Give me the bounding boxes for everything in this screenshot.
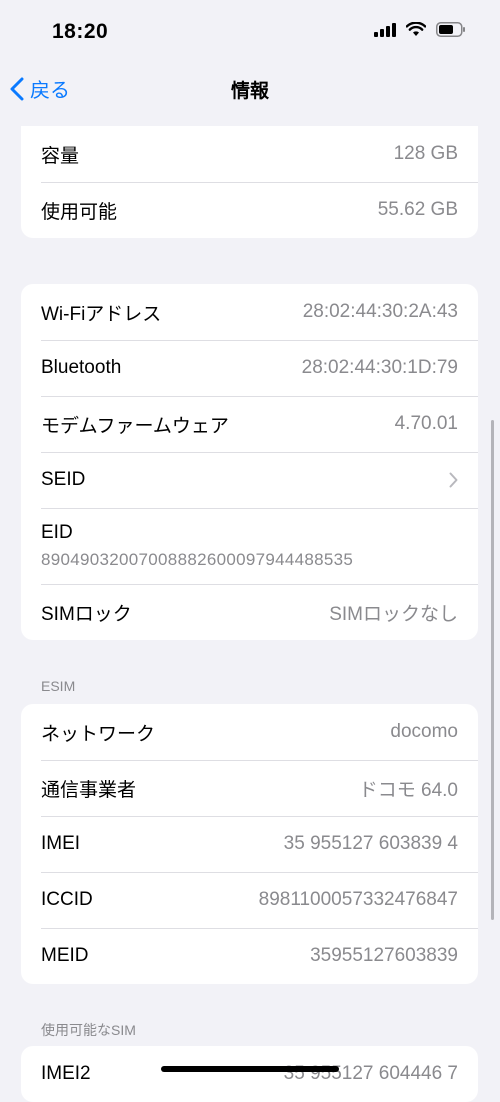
carrier-row: 通信事業者 ドコモ 64.0 bbox=[21, 760, 478, 816]
carrier-value: ドコモ 64.0 bbox=[358, 779, 458, 801]
imei2-row: IMEI2 35 955127 604446 7 bbox=[21, 1046, 478, 1102]
carrier-label: 通信事業者 bbox=[41, 779, 137, 801]
available-row: 使用可能 55.62 GB bbox=[21, 182, 478, 238]
available-label: 使用可能 bbox=[41, 201, 118, 223]
simlock-label: SIMロック bbox=[41, 603, 132, 625]
eid-label: EID bbox=[41, 522, 73, 543]
bluetooth-value: 28:02:44:30:1D:79 bbox=[301, 357, 458, 378]
modem-firmware-row: モデムファームウェア 4.70.01 bbox=[21, 396, 478, 452]
imei-label: IMEI bbox=[41, 833, 81, 854]
wifi-address-label: Wi-Fiアドレス bbox=[41, 303, 162, 325]
bluetooth-row: Bluetooth 28:02:44:30:1D:79 bbox=[21, 340, 478, 396]
iccid-row: ICCID 8981100057332476847 bbox=[21, 872, 478, 928]
seid-label: SEID bbox=[41, 469, 86, 490]
network-value: docomo bbox=[390, 721, 458, 742]
home-indicator[interactable] bbox=[161, 1066, 339, 1072]
status-icons bbox=[374, 22, 466, 37]
esim-card: ネットワーク docomo 通信事業者 ドコモ 64.0 IMEI 35 955… bbox=[21, 704, 478, 984]
eid-row: EID 89049032007008882600097944488535 bbox=[21, 508, 478, 584]
meid-row: MEID 35955127603839 bbox=[21, 928, 478, 984]
available-sim-card: IMEI2 35 955127 604446 7 bbox=[21, 1046, 478, 1102]
esim-section-header: ESIM bbox=[41, 678, 76, 694]
imei-row: IMEI 35 955127 603839 4 bbox=[21, 816, 478, 872]
battery-icon bbox=[436, 22, 465, 37]
capacity-label: 容量 bbox=[41, 145, 80, 167]
capacity-value: 128 GB bbox=[393, 143, 458, 164]
capacity-row: 容量 128 GB bbox=[21, 126, 478, 182]
status-time: 18:20 bbox=[52, 20, 109, 43]
scroll-indicator[interactable] bbox=[491, 420, 494, 920]
modem-firmware-value: 4.70.01 bbox=[394, 413, 458, 434]
wifi-address-value: 28:02:44:30:2A:43 bbox=[302, 301, 458, 322]
chevron-right-icon bbox=[449, 472, 458, 488]
nav-bar: 戻る 情報 bbox=[0, 64, 500, 116]
network-row: ネットワーク docomo bbox=[21, 704, 478, 760]
wifi-address-row: Wi-Fiアドレス 28:02:44:30:2A:43 bbox=[21, 284, 478, 340]
network-label: ネットワーク bbox=[41, 723, 156, 745]
hardware-card: Wi-Fiアドレス 28:02:44:30:2A:43 Bluetooth 28… bbox=[21, 284, 478, 640]
imei2-label: IMEI2 bbox=[41, 1063, 91, 1084]
iccid-value: 8981100057332476847 bbox=[258, 889, 458, 910]
meid-value: 35955127603839 bbox=[310, 945, 458, 966]
simlock-row: SIMロック SIMロックなし bbox=[21, 584, 478, 640]
imei-value: 35 955127 603839 4 bbox=[283, 833, 458, 854]
iccid-label: ICCID bbox=[41, 889, 93, 910]
available-value: 55.62 GB bbox=[377, 199, 458, 220]
simlock-value: SIMロックなし bbox=[329, 603, 458, 625]
page-title: 情報 bbox=[230, 81, 269, 102]
wifi-icon bbox=[406, 22, 426, 36]
cellular-signal-icon bbox=[374, 22, 396, 37]
meid-label: MEID bbox=[41, 945, 89, 966]
modem-firmware-label: モデムファームウェア bbox=[41, 415, 229, 437]
available-sim-section-header: 使用可能なSIM bbox=[41, 1022, 136, 1038]
eid-value: 89049032007008882600097944488535 bbox=[41, 550, 354, 569]
seid-row[interactable]: SEID bbox=[21, 452, 478, 508]
bluetooth-label: Bluetooth bbox=[41, 357, 122, 378]
storage-card: 容量 128 GB 使用可能 55.62 GB bbox=[21, 126, 478, 238]
status-bar: 18:20 bbox=[0, 0, 500, 64]
